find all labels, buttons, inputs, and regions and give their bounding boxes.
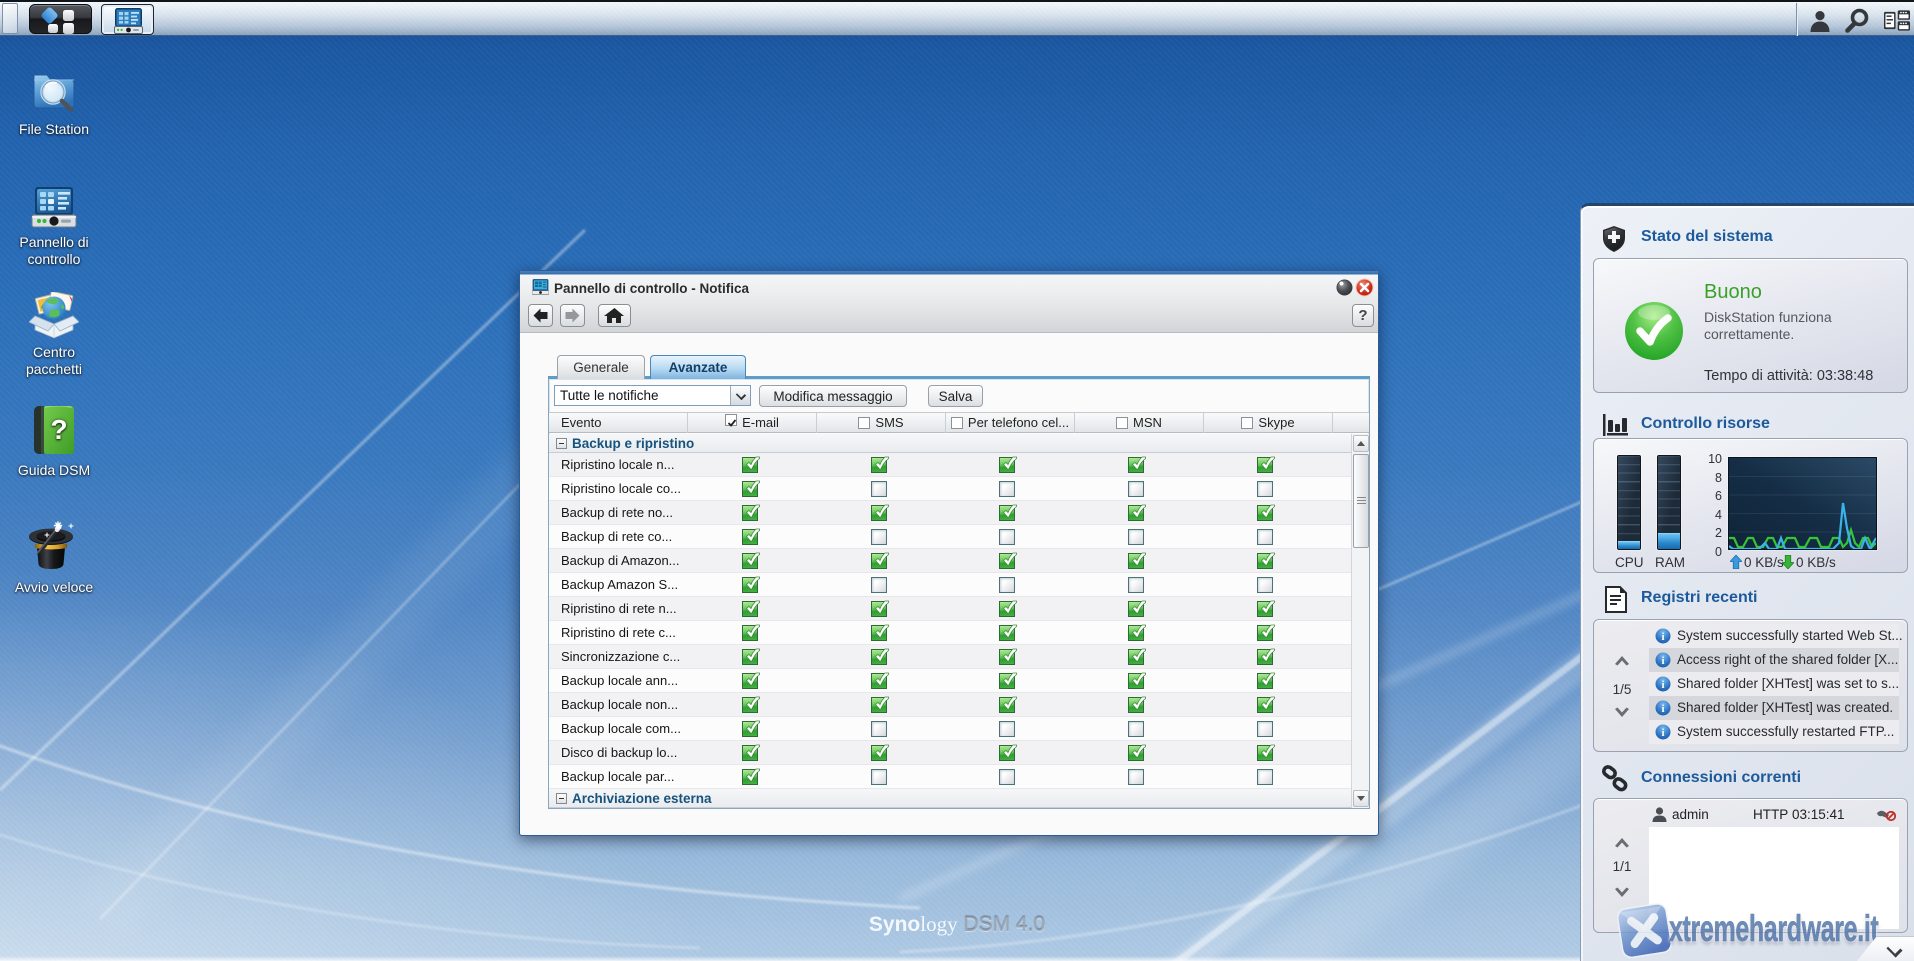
svg-text:i: i (1661, 727, 1664, 739)
svg-text:i: i (1661, 679, 1664, 691)
svg-text:i: i (1661, 703, 1664, 715)
svg-text:i: i (1661, 631, 1664, 643)
svg-text:i: i (1661, 655, 1664, 667)
svg-text:?: ? (50, 414, 67, 445)
